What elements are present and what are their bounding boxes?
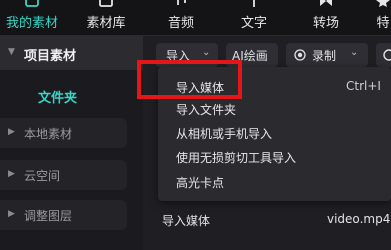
menu-item-import-folder[interactable]: 导入文件夹 [158,98,391,120]
record-icon [294,49,306,61]
record-button[interactable]: 录制 ⌄ [286,43,368,67]
text-icon [253,0,255,7]
transition-icon [320,0,332,6]
tab-audio[interactable]: 音频 [163,0,199,36]
audio-icon [177,0,186,5]
menu-item-label: 高光卡点 [176,176,225,190]
tab-label: 文字 [240,16,267,31]
tab-label: 特 [376,16,390,31]
more-button[interactable] [376,43,391,67]
library-icon [99,0,113,7]
sidebar-item-label: 云空间 [24,169,61,183]
import-media-tile-label[interactable]: 导入媒体 [162,212,210,229]
chevron-down-icon: ⌄ [350,47,359,58]
menu-item-shortcut: Ctrl+I [346,79,381,93]
menu-item-import-lossless-cut[interactable]: 使用无损剪切工具导入 [158,146,391,168]
tab-label: 素材库 [86,16,126,31]
media-file-name[interactable]: video.mp4 [327,212,390,226]
chevron-down-icon: ⌄ [202,47,211,58]
sidebar-item-label: 本地素材 [24,127,73,141]
tab-library[interactable]: 素材库 [84,0,128,36]
folder-label: 文件夹 [38,91,78,106]
sidebar-item-label: 调整图层 [24,209,73,223]
chevron-down-icon: ▼ [8,47,15,57]
menu-item-label: 导入文件夹 [176,103,237,117]
highlight-box [137,60,242,99]
menu-item-import-from-camera[interactable]: 从相机或手机导入 [158,122,391,144]
tab-label: 音频 [167,16,194,31]
menu-item-highlight-beat[interactable]: 高光卡点 [158,171,391,193]
sidebar: ▼ 项目素材 文件夹 ▶ 本地素材 ▶ 云空间 ▶ 调整图层 [0,36,143,250]
sidebar-item-cloud-space[interactable]: ▶ 云空间 [0,160,127,190]
menu-item-label: 使用无损剪切工具导入 [176,151,297,165]
chevron-right-icon: ▶ [8,209,15,219]
my-assets-icon [25,0,39,7]
menu-item-label: 从相机或手机导入 [176,127,273,141]
top-toolbar: 我的素材 素材库 音频 文字 转场 特 [0,0,391,36]
sidebar-item-folder[interactable]: 文件夹 [0,84,143,108]
sidebar-header-label: 项目素材 [24,49,77,64]
settings-icon [383,49,391,61]
tab-effects[interactable]: 特 [368,0,391,36]
sidebar-item-local-assets[interactable]: ▶ 本地素材 [0,118,127,148]
tab-label: 转场 [312,16,339,31]
tab-label: 我的素材 [6,16,59,31]
tab-my-assets[interactable]: 我的素材 [6,0,58,36]
tab-transition[interactable]: 转场 [308,0,344,36]
tab-text[interactable]: 文字 [236,0,272,36]
record-label: 录制 [312,49,337,63]
chevron-right-icon: ▶ [8,169,15,179]
effects-icon [376,0,390,7]
chevron-right-icon: ▶ [8,127,15,137]
sidebar-item-adjustment-layer[interactable]: ▶ 调整图层 [0,200,127,230]
sidebar-item-project-assets[interactable]: ▼ 项目素材 [0,36,143,70]
